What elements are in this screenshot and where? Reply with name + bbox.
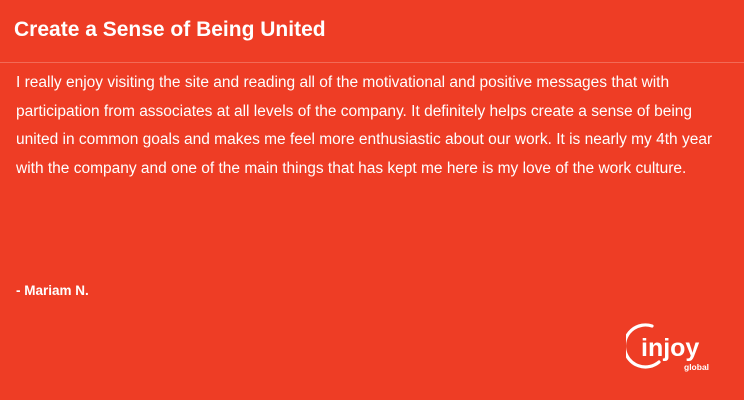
card-title: Create a Sense of Being United	[14, 18, 326, 41]
logo-wordmark: injoy	[641, 334, 699, 362]
injoy-global-logo: injoy global	[626, 323, 709, 372]
testimonial-message: I really enjoy visiting the site and rea…	[16, 74, 713, 177]
logo-tagline: global	[684, 362, 709, 372]
testimonial-author: - Mariam N.	[16, 283, 89, 298]
testimonial-card: Create a Sense of Being United I really …	[0, 0, 744, 400]
card-header: Create a Sense of Being United	[0, 0, 744, 63]
